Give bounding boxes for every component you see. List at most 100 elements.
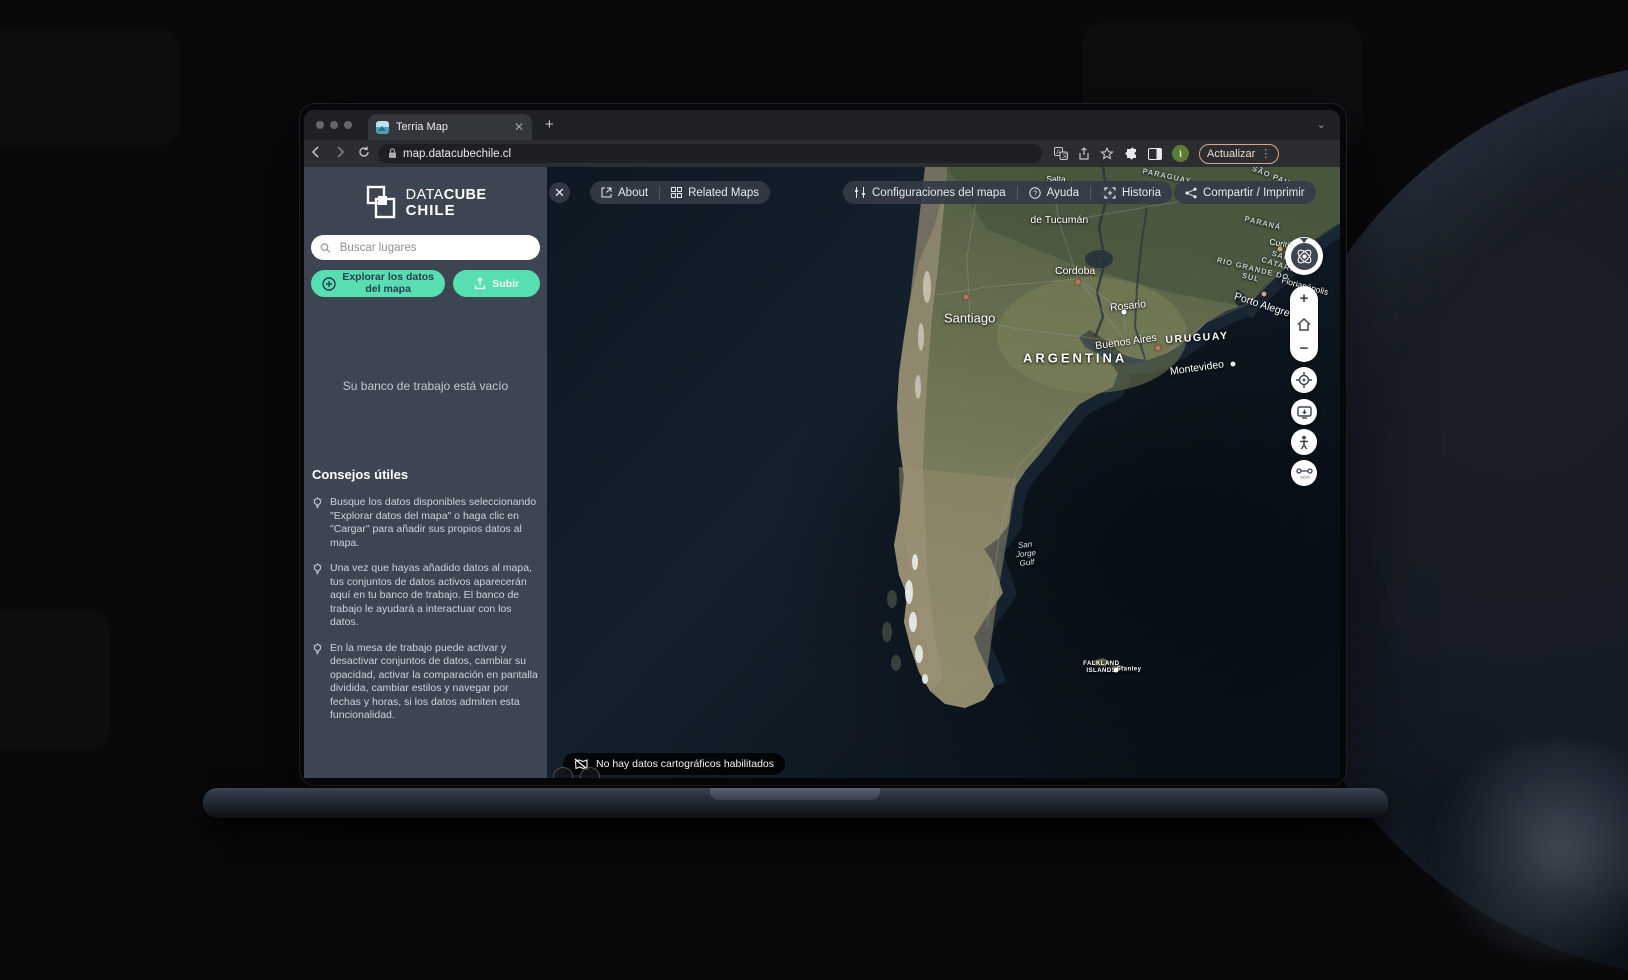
browser-navbar: map.datacubechile.cl A文 I Actualizar ⋮ xyxy=(304,140,1340,167)
compass-control[interactable] xyxy=(1285,237,1323,275)
external-link-icon xyxy=(601,187,612,198)
map-label: PARANÁ xyxy=(1244,214,1283,232)
map-label: URUGUAY xyxy=(1165,330,1229,346)
back-button[interactable] xyxy=(304,146,328,161)
helpful-hints: Consejos útiles Busque los datos disponi… xyxy=(312,467,539,735)
map-menu-story: Historia xyxy=(1093,181,1172,204)
datacube-logo-mark xyxy=(365,185,399,221)
help-button[interactable]: ? Ayuda xyxy=(1018,181,1090,204)
background-shape xyxy=(0,28,180,146)
hint-item: Busque los datos disponibles seleccionan… xyxy=(312,496,539,550)
hint-item: En la mesa de trabajo puede activar y de… xyxy=(312,642,539,723)
map-settings-button[interactable]: Configuraciones del mapa xyxy=(843,181,1017,204)
forward-button[interactable] xyxy=(328,146,352,161)
about-button[interactable]: About xyxy=(590,181,659,204)
home-button[interactable] xyxy=(1297,318,1311,331)
reload-button[interactable] xyxy=(352,146,376,161)
tab-close-icon[interactable]: ✕ xyxy=(514,120,524,134)
zoom-out-button[interactable]: − xyxy=(1300,342,1309,356)
bookmark-star-icon[interactable] xyxy=(1100,147,1114,160)
search-icon xyxy=(320,242,331,254)
svg-text:10101: 10101 xyxy=(1300,476,1310,480)
geolocation-button[interactable] xyxy=(1291,367,1317,393)
window-maximize-button[interactable] xyxy=(344,121,352,129)
hint-text: Busque los datos disponibles seleccionan… xyxy=(330,496,539,550)
navbar-right-icons: A文 I Actualizar ⋮ xyxy=(1054,144,1279,164)
map-label: Montevideo xyxy=(1170,358,1225,377)
datacube-chile-logo: DATACUBE CHILE xyxy=(304,167,547,227)
monitor-icon xyxy=(1297,406,1312,419)
tab-title: Terria Map xyxy=(396,121,507,133)
map-marker xyxy=(1122,309,1127,314)
translate-icon[interactable]: A文 xyxy=(1054,147,1068,160)
profile-avatar[interactable]: I xyxy=(1172,145,1189,162)
map-marker xyxy=(1113,667,1118,672)
search-box[interactable] xyxy=(311,235,540,260)
map-label: Rosario xyxy=(1110,298,1147,314)
lightbulb-icon xyxy=(312,642,324,723)
map-marker xyxy=(1261,292,1266,297)
browser-update-button[interactable]: Actualizar ⋮ xyxy=(1199,144,1279,164)
explore-label: Explorar los datos del mapa xyxy=(342,272,434,295)
share-icon[interactable] xyxy=(1078,147,1090,161)
help-icon: ? xyxy=(1029,187,1041,199)
hint-item: Una vez que hayas añadido datos al mapa,… xyxy=(312,562,539,630)
url-bar[interactable]: map.datacubechile.cl xyxy=(378,144,1042,163)
map-label: Cordoba xyxy=(1055,265,1095,277)
story-button[interactable]: Historia xyxy=(1093,181,1172,204)
map-marker xyxy=(1155,345,1160,350)
url-text: map.datacubechile.cl xyxy=(403,148,511,160)
close-sidebar-button[interactable]: ✕ xyxy=(549,182,570,203)
search-input[interactable] xyxy=(338,241,531,255)
browser-window: Terria Map ✕ + ⌄ map.datacubechile.cl A文 xyxy=(304,110,1340,778)
stage: Terria Map ✕ + ⌄ map.datacubechile.cl A文 xyxy=(0,0,1628,953)
tab-search-chevron-icon[interactable]: ⌄ xyxy=(1317,118,1326,131)
browser-tab[interactable]: Terria Map ✕ xyxy=(368,114,532,140)
side-panel-icon[interactable] xyxy=(1148,148,1162,160)
browser-menu-icon[interactable]: ⋮ xyxy=(1260,147,1271,160)
split-screen-button[interactable] xyxy=(1291,399,1317,425)
grid-icon xyxy=(671,187,682,198)
pedestrian-view-button[interactable] xyxy=(1291,429,1317,455)
window-minimize-button[interactable] xyxy=(330,121,338,129)
window-close-button[interactable] xyxy=(316,121,324,129)
measure-tool-button[interactable]: 10101 xyxy=(1291,460,1317,486)
map-label: ARGENTINA xyxy=(1023,351,1127,366)
extensions-puzzle-icon[interactable] xyxy=(1124,147,1138,161)
zoom-in-button[interactable]: + xyxy=(1300,292,1309,306)
map-marker xyxy=(1076,279,1081,284)
map-label: RIO GRANDE DO SUL xyxy=(1207,253,1297,292)
workbench-empty-message: Su banco de trabajo está vacío xyxy=(304,379,547,393)
story-capture-icon xyxy=(1104,187,1116,199)
share-nodes-icon xyxy=(1185,187,1197,199)
app-content: DATACUBE CHILE Explorar los datos del ma… xyxy=(304,167,1340,778)
zoom-control: + − xyxy=(1290,286,1318,362)
target-icon xyxy=(1296,372,1312,388)
map-label: San Jorge Gulf xyxy=(1015,539,1038,569)
map-marker xyxy=(963,295,968,300)
explore-map-data-button[interactable]: Explorar los datos del mapa xyxy=(311,270,445,297)
svg-text:文: 文 xyxy=(1062,152,1068,160)
new-tab-button[interactable]: + xyxy=(545,118,554,132)
terria-favicon-icon xyxy=(376,121,389,134)
circle-plus-icon xyxy=(322,277,336,291)
sliders-icon xyxy=(854,187,866,198)
laptop-base xyxy=(203,788,1388,818)
map-menu-share: Compartir / Imprimir xyxy=(1174,181,1316,204)
logo-chile-text: CHILE xyxy=(406,203,487,218)
hint-text: En la mesa de trabajo puede activar y de… xyxy=(330,642,539,723)
person-icon xyxy=(1298,435,1310,450)
related-maps-button[interactable]: Related Maps xyxy=(660,181,770,204)
lock-icon xyxy=(388,148,397,159)
measure-icon: 10101 xyxy=(1296,466,1313,480)
svg-text:?: ? xyxy=(1033,190,1037,197)
lightbulb-icon xyxy=(312,496,324,550)
map-viewport[interactable]: Saltade TucumánPARAGUAYSÃO PAULOPARANÁCu… xyxy=(547,167,1340,778)
share-print-button[interactable]: Compartir / Imprimir xyxy=(1174,181,1316,204)
background-shape xyxy=(0,610,110,750)
browser-tabbar: Terria Map ✕ + ⌄ xyxy=(304,110,1340,140)
upload-button[interactable]: Subir xyxy=(453,270,540,297)
upload-icon xyxy=(474,277,486,290)
terria-sidebar: DATACUBE CHILE Explorar los datos del ma… xyxy=(304,167,547,778)
gyroscope-icon xyxy=(1291,243,1318,270)
